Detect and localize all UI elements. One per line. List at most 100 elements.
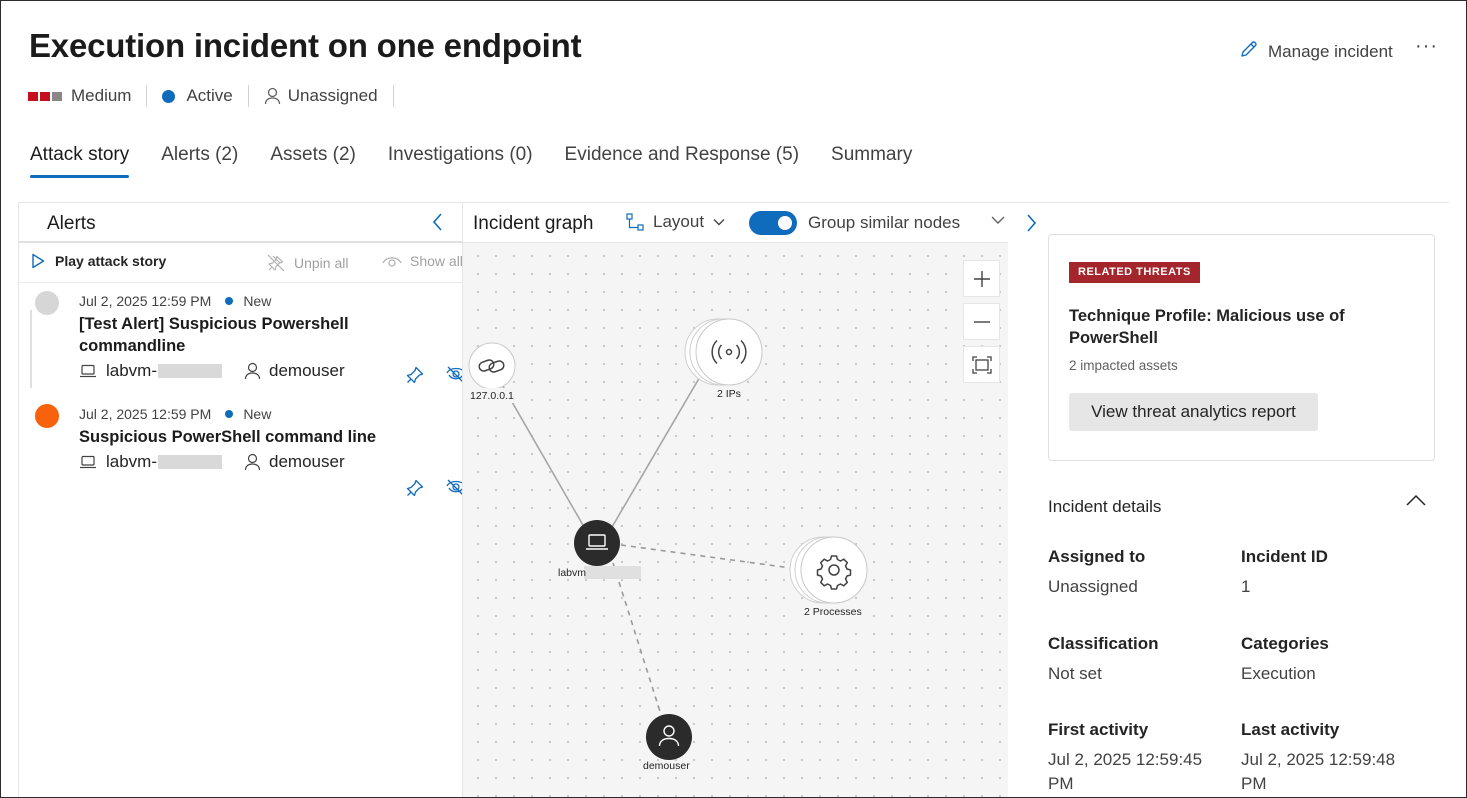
alert-title[interactable]: Suspicious PowerShell command line [79,426,409,448]
group-similar-nodes-toggle[interactable]: Group similar nodes [749,211,960,235]
alert-user[interactable]: demouser [269,452,345,472]
classification-field: Classification Not set [1048,634,1159,683]
impacted-assets: 2 impacted assets [1069,358,1178,373]
user-node[interactable] [646,714,692,760]
ips-node-label: 2 IPs [717,388,741,400]
manage-incident-label: Manage incident [1268,41,1393,61]
incident-page: Execution incident on one endpoint Manag… [0,0,1467,798]
alert-device[interactable]: labvm- [106,452,157,472]
processes-node-label: 2 Processes [804,606,862,618]
related-threats-badge: RELATED THREATS [1069,262,1200,283]
alert-item[interactable]: Jul 2, 2025 12:59 PM New Suspicious Powe… [35,404,466,504]
zoom-out-button[interactable] [963,303,1000,340]
more-options-button[interactable]: ··· [1415,35,1438,58]
alert-user[interactable]: demouser [269,361,345,381]
tab-assets[interactable]: Assets (2) [270,144,356,178]
assignee-label: Unassigned [287,86,378,105]
person-icon [244,453,261,471]
tab-alerts[interactable]: Alerts (2) [161,144,238,178]
chevron-right-icon [1027,214,1037,232]
pencil-icon [1239,39,1259,64]
show-all-label: Show all [410,253,463,269]
eye-icon [382,257,402,267]
fit-to-screen-button[interactable] [963,346,1000,383]
assigned-to-field: Assigned to Unassigned [1048,547,1146,596]
chevron-left-icon [432,213,442,231]
severity-indicator: Medium [28,86,131,106]
pin-icon[interactable] [405,478,425,503]
processes-node[interactable] [789,536,868,604]
redacted-block [158,364,223,378]
alert-device[interactable]: labvm- [106,361,157,381]
tab-summary[interactable]: Summary [831,144,912,178]
layout-label: Layout [653,212,705,231]
laptop-icon [79,455,97,469]
device-node[interactable] [574,520,620,566]
alert-title[interactable]: [Test Alert] Suspicious Powershell comma… [79,313,409,357]
chevron-down-icon [991,216,1005,224]
url-node-label: 127.0.0.1 [470,390,514,402]
unpin-all-label: Unpin all [294,255,349,271]
layout-icon [626,213,644,231]
status-indicator: Active [162,86,233,106]
play-attack-story-button[interactable]: Play attack story [31,253,166,269]
expand-panel-button[interactable] [1025,212,1039,239]
alert-date: Jul 2, 2025 12:59 PM [79,406,212,422]
severity-label: Medium [71,86,132,105]
incident-details-heading: Incident details [1048,497,1162,516]
ips-node[interactable] [684,318,763,386]
collapse-details-button[interactable] [1405,493,1427,512]
tab-evidence-and-response[interactable]: Evidence and Response (5) [565,144,799,178]
show-all-button[interactable]: Show all [382,253,463,269]
graph-canvas[interactable]: 127.0.0.1 2 IPs labvm 2 Processes demous… [463,243,1008,797]
chevron-up-icon [1406,494,1426,506]
alert-status: New [243,406,272,422]
chevron-down-icon [713,219,725,226]
graph-edge [620,544,792,569]
redacted-block [584,566,641,579]
person-icon [264,87,281,105]
plus-icon [973,270,990,287]
tab-attack-story[interactable]: Attack story [30,144,130,178]
related-threats-card: RELATED THREATS Technique Profile: Malic… [1048,234,1435,461]
minus-icon [973,320,990,323]
incident-tabs: Attack story Alerts (2) Assets (2) Inves… [30,144,944,178]
assignee-indicator[interactable]: Unassigned [264,86,378,106]
layout-dropdown[interactable]: Layout [625,212,726,232]
play-icon [32,253,45,269]
unpin-icon [267,254,285,272]
user-node-label: demouser [643,760,690,772]
view-threat-analytics-button[interactable]: View threat analytics report [1069,393,1318,431]
graph-edge [612,562,664,722]
alert-severity-icon [35,291,59,315]
play-attack-story-label: Play attack story [55,253,167,269]
graph-edge [604,374,702,540]
severity-bars-icon [28,91,62,101]
device-node-label: labvm [558,567,586,579]
fit-screen-icon [971,355,992,374]
tab-investigations[interactable]: Investigations (0) [388,144,533,178]
collapse-alerts-button[interactable] [429,211,447,238]
incident-id-field: Incident ID 1 [1241,547,1328,596]
status-label: Active [186,86,233,105]
graph-options-chevron[interactable] [990,213,1006,231]
graph-title: Incident graph [473,213,594,234]
graph-header: Incident graph Layout Group similar node… [463,203,1008,243]
alert-date: Jul 2, 2025 12:59 PM [79,293,212,309]
new-status-dot-icon [225,297,234,305]
group-similar-nodes-label: Group similar nodes [808,213,961,232]
incident-graph-panel: Incident graph Layout Group similar node… [462,203,1008,797]
incident-status-bar: Medium Active Unassigned [28,85,409,107]
zoom-in-button[interactable] [963,260,1000,297]
manage-incident-button[interactable]: Manage incident [1239,39,1393,64]
toggle-switch[interactable] [749,211,797,235]
page-title: Execution incident on one endpoint [29,27,582,64]
alert-item[interactable]: Jul 2, 2025 12:59 PM New [Test Alert] Su… [35,291,466,391]
unpin-all-button[interactable]: Unpin all [266,253,348,273]
new-status-dot-icon [225,410,234,418]
url-node[interactable] [468,342,516,390]
pin-icon[interactable] [405,365,425,390]
threat-title: Technique Profile: Malicious use of Powe… [1069,307,1345,347]
details-panel: RELATED THREATS Technique Profile: Malic… [1007,203,1466,797]
categories-field: Categories Execution [1241,634,1329,683]
